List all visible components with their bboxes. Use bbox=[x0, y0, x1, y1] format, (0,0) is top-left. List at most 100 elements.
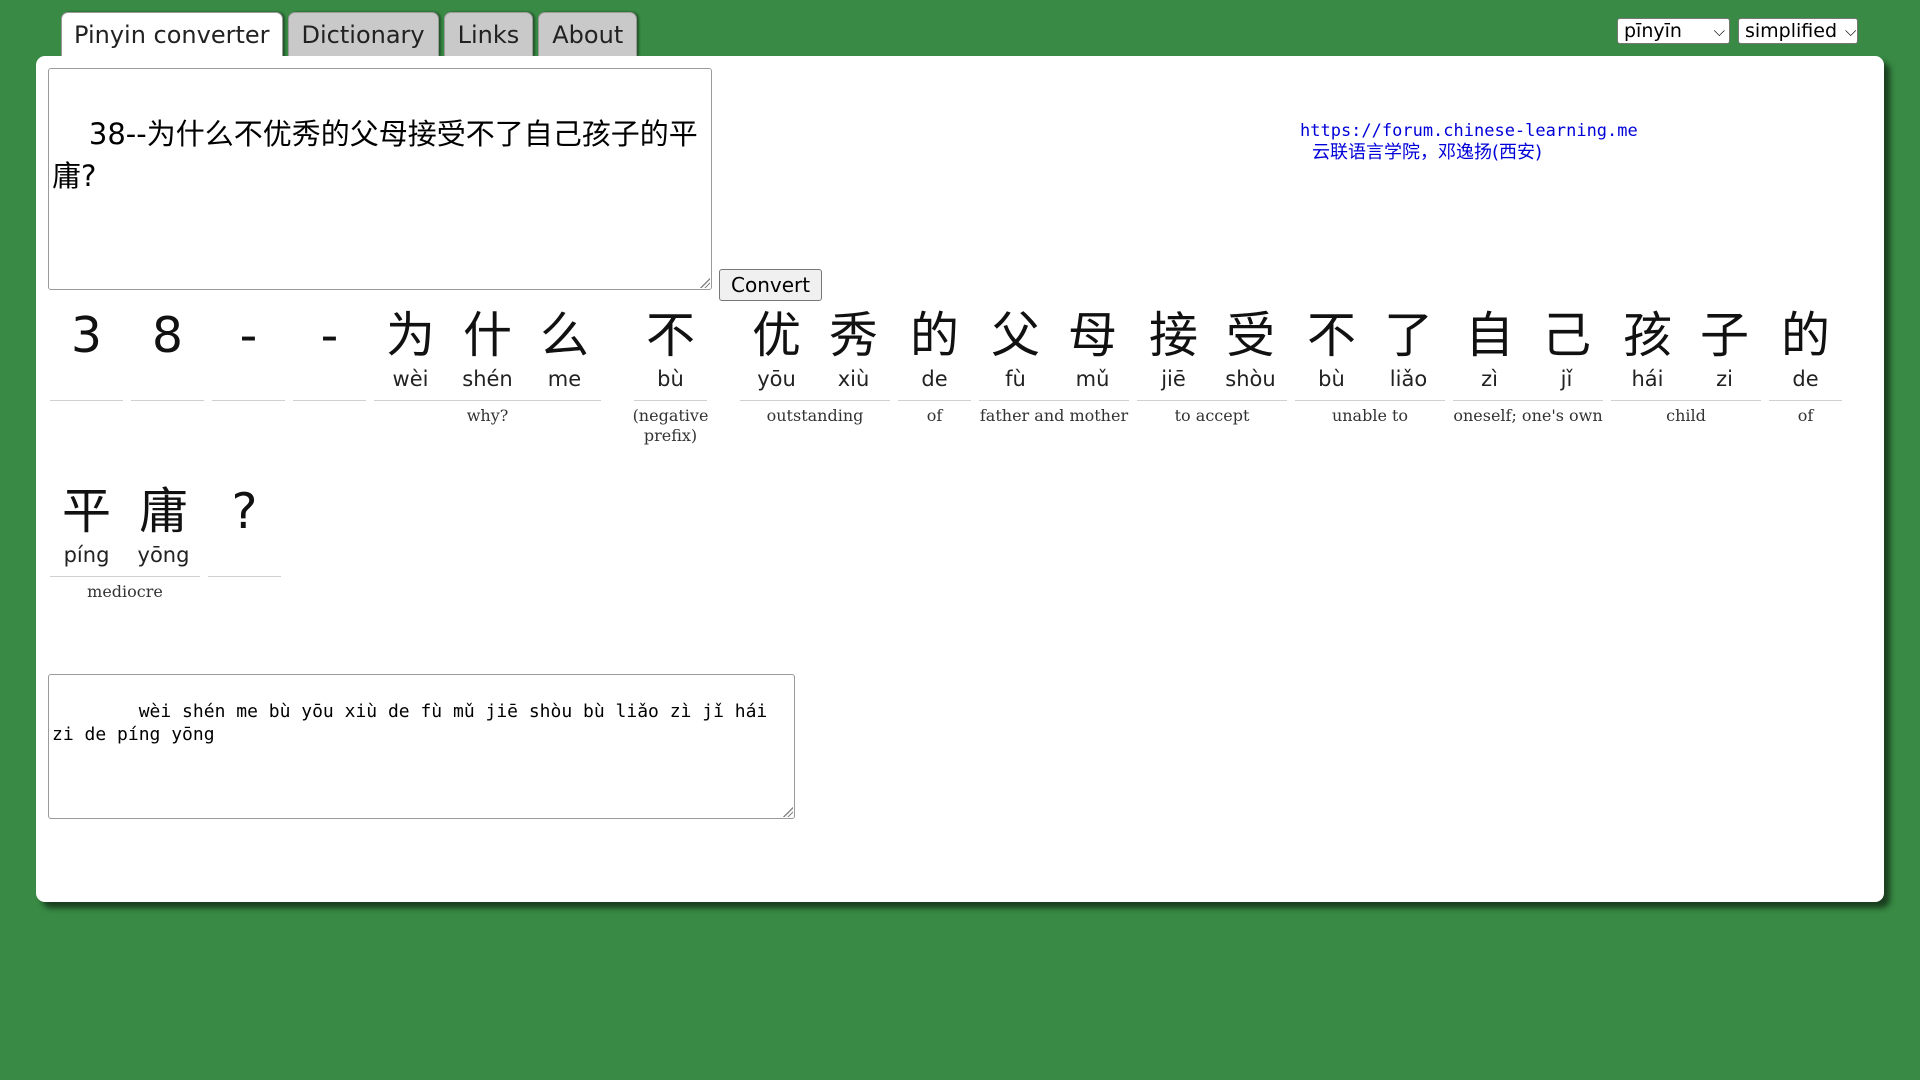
word-chars: 3 bbox=[50, 306, 123, 401]
pinyin: shòu bbox=[1225, 367, 1276, 391]
pinyin: píng bbox=[63, 543, 110, 567]
tone-format-value: pīnyīn bbox=[1624, 20, 1682, 42]
hanzi: 父 bbox=[990, 307, 1040, 364]
pinyin: bù bbox=[1318, 367, 1345, 391]
character-cell: 平 píng bbox=[50, 482, 123, 576]
tab-pinyin-converter[interactable]: Pinyin converter bbox=[61, 12, 283, 58]
word-chars: 接 jiē 受 shòu bbox=[1137, 306, 1287, 401]
character-cell: 母 mǔ bbox=[1056, 306, 1129, 400]
word-group: 8 bbox=[131, 306, 204, 406]
character-cell: 的 de bbox=[898, 306, 971, 400]
hanzi: ? bbox=[231, 483, 258, 540]
character-cell: ? bbox=[208, 482, 281, 576]
character-cell: 受 shòu bbox=[1214, 306, 1287, 400]
script-select[interactable]: simplified ⌵ bbox=[1738, 18, 1858, 44]
tab-dictionary[interactable]: Dictionary bbox=[287, 12, 439, 56]
pinyin: me bbox=[547, 367, 582, 391]
hanzi: 庸 bbox=[138, 483, 188, 540]
definition: of bbox=[926, 406, 943, 425]
pinyin: liǎo bbox=[1389, 367, 1428, 391]
word-group: 的 de of bbox=[1769, 306, 1842, 426]
hanzi: 不 bbox=[1306, 307, 1356, 364]
word-chars: 不 bù 了 liǎo bbox=[1295, 306, 1445, 401]
pinyin: bù bbox=[657, 367, 684, 391]
word-group: - bbox=[212, 306, 285, 406]
hanzi: 秀 bbox=[828, 307, 878, 364]
character-cell: - bbox=[212, 306, 285, 400]
word-chars: ? bbox=[208, 482, 281, 577]
definition: father and mother bbox=[979, 406, 1129, 425]
character-cell: 秀 xiù bbox=[817, 306, 890, 400]
word-chars: - bbox=[212, 306, 285, 401]
chinese-input-text: 38--为什么不优秀的父母接受不了自己孩子的平庸? bbox=[52, 117, 698, 193]
hanzi: 孩 bbox=[1622, 307, 1672, 364]
character-cell: 接 jiē bbox=[1137, 306, 1210, 400]
character-cell: 庸 yōng bbox=[127, 482, 200, 576]
pinyin: hái bbox=[1631, 367, 1664, 391]
definition: oneself; one's own bbox=[1453, 406, 1603, 425]
word-chars: 的 de bbox=[1769, 306, 1842, 401]
hanzi: 不 bbox=[645, 307, 695, 364]
converter-panel: 38--为什么不优秀的父母接受不了自己孩子的平庸? Convert https:… bbox=[36, 56, 1884, 902]
word-group: 父 fù 母 mǔ father and mother bbox=[979, 306, 1129, 426]
word-group: 孩 hái 子 zi child bbox=[1611, 306, 1761, 426]
word-group: 的 de of bbox=[898, 306, 971, 426]
definition: why? bbox=[466, 406, 509, 425]
credit-name: 云联语言学院，邓逸扬(西安) bbox=[1312, 142, 1543, 163]
hanzi: 平 bbox=[61, 483, 111, 540]
definition: (negative prefix) bbox=[632, 406, 709, 445]
pinyin: xiù bbox=[837, 367, 870, 391]
character-cell: 优 yōu bbox=[740, 306, 813, 400]
word-group: 不 bù 了 liǎo unable to bbox=[1295, 306, 1445, 426]
word-group: 3 bbox=[50, 306, 123, 406]
hanzi: 自 bbox=[1464, 307, 1514, 364]
character-cell: 的 de bbox=[1769, 306, 1842, 400]
word-chars: 优 yōu 秀 xiù bbox=[740, 306, 890, 401]
resize-grip-icon[interactable] bbox=[700, 278, 710, 288]
definition: outstanding bbox=[766, 406, 864, 425]
options-bar: pīnyīn ⌵ simplified ⌵ bbox=[1617, 18, 1858, 44]
hanzi: 了 bbox=[1383, 307, 1433, 364]
word-group: ? bbox=[208, 482, 281, 582]
definition: mediocre bbox=[87, 582, 163, 601]
forum-link[interactable]: https://forum.chinese-learning.me bbox=[1300, 120, 1638, 142]
credit-block: https://forum.chinese-learning.me 云联语言学院… bbox=[1300, 120, 1638, 164]
hanzi: 优 bbox=[751, 307, 801, 364]
pinyin-output-text: wèi shén me bù yōu xiù de fù mǔ jiē shòu… bbox=[52, 701, 779, 745]
definition: unable to bbox=[1331, 406, 1409, 425]
hanzi: - bbox=[320, 307, 339, 364]
pinyin: jǐ bbox=[1560, 367, 1573, 391]
word-chars: 平 píng 庸 yōng bbox=[50, 482, 200, 577]
word-chars: 为 wèi 什 shén 么 me bbox=[374, 306, 601, 401]
character-cell: 不 bù bbox=[634, 306, 707, 400]
script-value: simplified bbox=[1745, 20, 1838, 42]
hanzi: 子 bbox=[1699, 307, 1749, 364]
tab-links[interactable]: Links bbox=[443, 12, 534, 56]
character-cell: 了 liǎo bbox=[1372, 306, 1445, 400]
definition: child bbox=[1666, 406, 1706, 425]
chevron-down-icon: ⌵ bbox=[1713, 22, 1725, 40]
word-chars: 8 bbox=[131, 306, 204, 401]
pinyin: wèi bbox=[392, 367, 429, 391]
chinese-input[interactable]: 38--为什么不优秀的父母接受不了自己孩子的平庸? bbox=[48, 68, 712, 290]
word-group: 优 yōu 秀 xiù outstanding bbox=[740, 306, 890, 426]
hanzi: 受 bbox=[1225, 307, 1275, 364]
word-chars: 的 de bbox=[898, 306, 971, 401]
character-cell: 孩 hái bbox=[1611, 306, 1684, 400]
tab-about[interactable]: About bbox=[538, 12, 638, 56]
tone-format-select[interactable]: pīnyīn ⌵ bbox=[1617, 18, 1730, 44]
hanzi: 的 bbox=[1780, 307, 1830, 364]
word-group: 接 jiē 受 shòu to accept bbox=[1137, 306, 1287, 426]
pinyin: yōng bbox=[137, 543, 190, 567]
resize-grip-icon[interactable] bbox=[783, 807, 793, 817]
hanzi: - bbox=[239, 307, 258, 364]
convert-button[interactable]: Convert bbox=[719, 269, 823, 301]
character-cell: 己 jǐ bbox=[1530, 306, 1603, 400]
chevron-down-icon: ⌵ bbox=[1845, 22, 1857, 40]
word-group: - bbox=[293, 306, 366, 406]
pinyin: yōu bbox=[757, 367, 796, 391]
definition: to accept bbox=[1174, 406, 1250, 425]
word-group: 不 bù (negative prefix) bbox=[609, 306, 732, 446]
hanzi: 接 bbox=[1148, 307, 1198, 364]
pinyin-output[interactable]: wèi shén me bù yōu xiù de fù mǔ jiē shòu… bbox=[48, 674, 795, 819]
